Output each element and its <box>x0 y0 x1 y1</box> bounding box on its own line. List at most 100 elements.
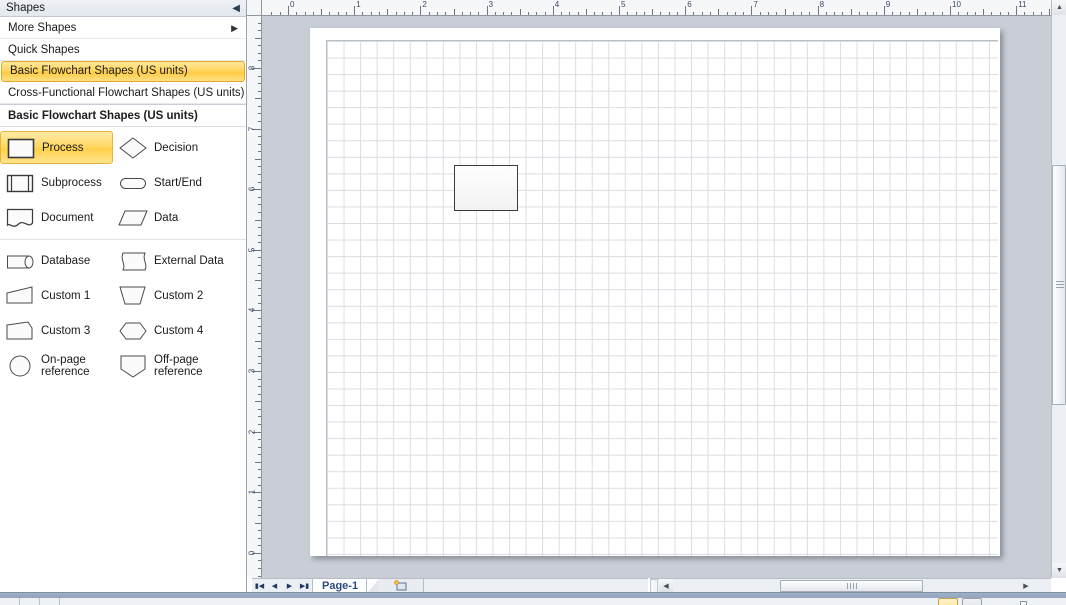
shape-item-label: Document <box>41 211 94 224</box>
decision-shape-icon <box>117 135 149 161</box>
shape-item-off-page-reference[interactable]: Off-page reference <box>113 349 226 382</box>
shape-item-label: Process <box>42 141 84 154</box>
stencil-item-basic-flowchart[interactable]: Basic Flowchart Shapes (US units) <box>1 61 245 82</box>
shape-row: Database External Data <box>0 244 246 279</box>
status-view-controls <box>936 598 1066 605</box>
shape-item-label: Off-page reference <box>154 353 203 378</box>
shape-item-on-page-reference[interactable]: On-page reference <box>0 349 113 382</box>
next-page-icon[interactable]: ▶ <box>282 579 297 592</box>
external-data-shape-icon <box>117 248 149 274</box>
shape-item-label: Custom 1 <box>41 289 91 302</box>
horizontal-scrollbar[interactable]: ◀ ▶ <box>650 578 1051 593</box>
zoom-slider-knob[interactable] <box>1020 600 1027 605</box>
stencil-item-cross-functional-flowchart[interactable]: Cross-Functional Flowchart Shapes (US un… <box>0 82 246 104</box>
shape-item-database[interactable]: Database <box>0 244 113 277</box>
shape-row: Process Decision <box>0 131 246 166</box>
first-page-icon[interactable]: ▮◀ <box>252 579 267 592</box>
stencil-item-label: Basic Flowchart Shapes (US units) <box>10 65 188 77</box>
shape-item-label: Data <box>154 211 179 224</box>
insert-page-icon[interactable] <box>379 578 425 593</box>
shape-item-decision[interactable]: Decision <box>113 131 226 164</box>
ruler-tick-label: 0 <box>290 0 295 9</box>
scroll-up-icon[interactable]: ▲ <box>1052 0 1066 15</box>
fullscreen-view-icon[interactable] <box>962 598 982 605</box>
shape-item-custom-1[interactable]: Custom 1 <box>0 279 113 312</box>
status-bar-content <box>0 598 1066 605</box>
shape-item-document[interactable]: Document <box>0 201 113 234</box>
status-page-info <box>0 598 20 605</box>
drawing-canvas[interactable] <box>262 16 1051 578</box>
shape-item-data[interactable]: Data <box>113 201 226 234</box>
process-rectangle[interactable] <box>454 165 518 211</box>
ruler-tick-label: 8 <box>247 65 257 71</box>
visio-window: Shapes ◀ More Shapes ▶ Quick Shapes Basi… <box>0 0 1066 605</box>
chevron-left-icon[interactable]: ◀ <box>232 0 240 17</box>
ruler-tick-label: 5 <box>621 0 626 9</box>
ruler-tick-label: 7 <box>753 0 758 9</box>
page-tab-strip: ▮◀ ◀ ▶ ▶▮ Page-1 <box>252 578 648 593</box>
vertical-scrollbar-thumb[interactable] <box>1052 165 1066 405</box>
bottom-bar: ▮◀ ◀ ▶ ▶▮ Page-1 ◀ ▶ <box>0 578 1066 593</box>
shape-item-custom-4[interactable]: Custom 4 <box>113 314 226 347</box>
scrollbar-grip-icon <box>846 580 858 592</box>
ruler-tick-label: 10 <box>952 0 961 9</box>
normal-view-icon[interactable] <box>938 598 958 605</box>
shape-item-subprocess[interactable]: Subprocess <box>0 166 113 199</box>
last-page-icon[interactable]: ▶▮ <box>297 579 312 592</box>
custom-2-shape-icon <box>117 283 149 309</box>
shape-item-custom-2[interactable]: Custom 2 <box>113 279 226 312</box>
vertical-scrollbar[interactable]: ▲ ▼ <box>1051 0 1066 578</box>
stencil-item-quick-shapes[interactable]: Quick Shapes <box>0 39 246 61</box>
scroll-down-icon[interactable]: ▼ <box>1052 563 1066 578</box>
custom-3-shape-icon <box>4 318 36 344</box>
shapes-panel-header: Shapes ◀ <box>0 0 246 17</box>
pane-split-handle[interactable] <box>650 579 658 593</box>
status-macro-icon[interactable] <box>40 598 60 605</box>
horizontal-scrollbar-thumb[interactable] <box>780 580 923 592</box>
ruler-tick-label: 1 <box>247 489 257 495</box>
shape-item-label: External Data <box>154 254 224 267</box>
ruler-tick-label: 1 <box>356 0 361 9</box>
shape-item-label: Database <box>41 254 91 267</box>
shape-item-label: Decision <box>154 141 199 154</box>
stencil-item-more-shapes[interactable]: More Shapes ▶ <box>0 17 246 39</box>
document-shape-icon <box>4 205 36 231</box>
ruler-tick-label: 7 <box>247 126 257 131</box>
ruler-tick-label: 6 <box>247 186 257 192</box>
shape-item-start-end[interactable]: Start/End <box>113 166 226 199</box>
start-end-shape-icon <box>117 170 149 196</box>
shape-item-external-data[interactable]: External Data <box>113 244 226 277</box>
ruler-tick-label: 0 <box>247 550 257 556</box>
stencil-item-label: More Shapes <box>8 22 77 34</box>
ruler-tick-label: 4 <box>247 308 257 313</box>
ruler-tick-label: 11 <box>1018 0 1027 9</box>
drawing-page[interactable] <box>310 28 1000 556</box>
stencil-item-label: Quick Shapes <box>8 44 80 56</box>
scroll-right-icon[interactable]: ▶ <box>1019 579 1033 592</box>
ruler-tick-label: 8 <box>819 0 825 9</box>
custom-1-shape-icon <box>4 283 36 309</box>
shape-group-divider <box>0 239 246 240</box>
shape-row: Subprocess Start/End <box>0 166 246 201</box>
scroll-left-icon[interactable]: ◀ <box>659 579 673 592</box>
subprocess-shape-icon <box>4 170 36 196</box>
shape-row: On-page reference Off-page reference <box>0 349 246 384</box>
shape-item-custom-3[interactable]: Custom 3 <box>0 314 113 347</box>
vertical-ruler[interactable]: 8 7 6 5 4 3 2 1 0 <box>247 16 262 578</box>
shape-item-label: Custom 4 <box>154 324 204 337</box>
shape-item-label: Custom 2 <box>154 289 204 302</box>
ruler-tick-label: 6 <box>687 0 692 9</box>
active-stencil-title: Basic Flowchart Shapes (US units) <box>0 104 246 127</box>
page-tab-page-1[interactable]: Page-1 <box>312 578 368 593</box>
horizontal-ruler[interactable]: 0 1 2 3 4 5 6 7 8 9 10 11 <box>262 0 1066 16</box>
shape-gallery: Process Decision Subprocess Start/End Do… <box>0 127 246 384</box>
tab-slant-divider <box>367 578 380 593</box>
shape-item-label: Start/End <box>154 176 202 189</box>
shape-row: Custom 3 Custom 4 <box>0 314 246 349</box>
ruler-corner[interactable] <box>247 0 262 16</box>
data-shape-icon <box>117 205 149 231</box>
shape-item-process[interactable]: Process <box>0 131 113 164</box>
previous-page-icon[interactable]: ◀ <box>267 579 282 592</box>
stencil-item-label: Cross-Functional Flowchart Shapes (US un… <box>8 87 245 99</box>
status-language <box>20 598 40 605</box>
